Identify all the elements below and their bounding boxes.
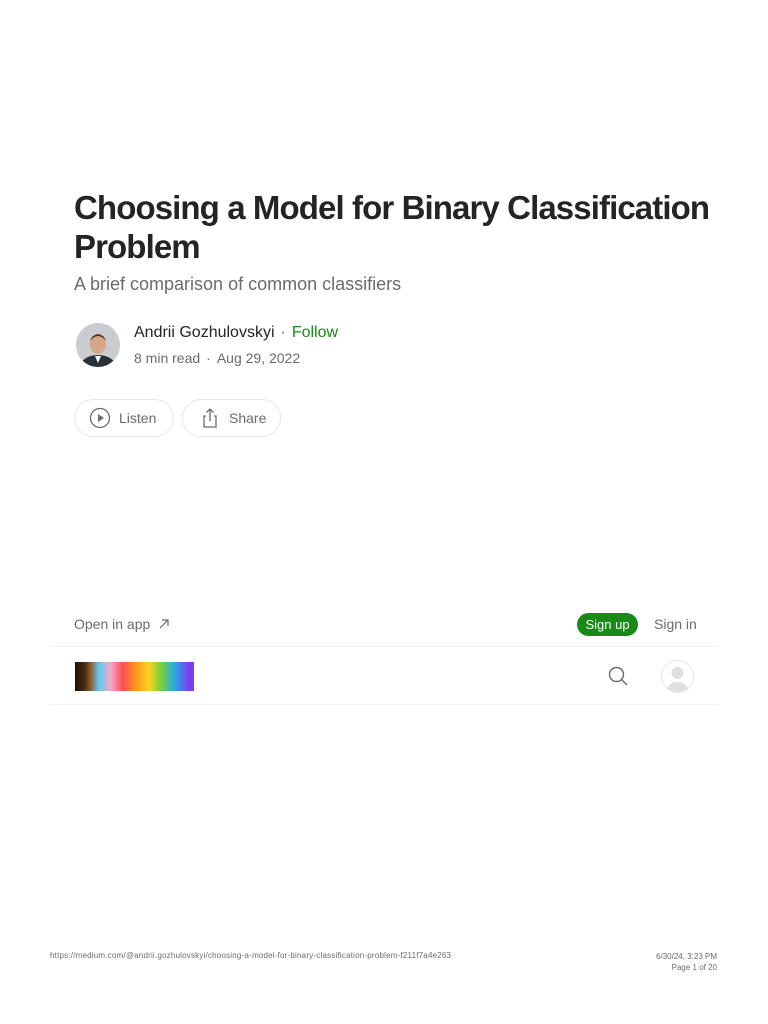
play-circle-icon (89, 407, 111, 429)
header-divider-bottom (50, 704, 718, 705)
share-button[interactable]: Share (182, 399, 281, 437)
publish-date: Aug 29, 2022 (216, 350, 301, 366)
footer-page-number: Page 1 of 20 (671, 963, 717, 972)
share-label: Share (229, 410, 267, 426)
header-divider-top (50, 646, 718, 647)
article-subtitle: A brief comparison of common classifiers (74, 274, 402, 294)
footer-info: 6/30/24, 3:23 PM Page 1 of 20 (656, 951, 717, 973)
separator-dot: · (206, 350, 211, 366)
open-in-app-label: Open in app (74, 616, 151, 632)
read-time: 8 min read (134, 350, 201, 366)
author-row: Andrii Gozhulovskyi · Follow (134, 323, 338, 343)
share-icon (199, 407, 221, 429)
author-name[interactable]: Andrii Gozhulovskyi (134, 324, 275, 341)
site-logo[interactable] (75, 662, 194, 691)
arrow-up-right-icon (158, 618, 170, 630)
article-meta: 8 min read · Aug 29, 2022 (134, 349, 300, 367)
open-in-app-link[interactable]: Open in app (74, 616, 170, 632)
follow-button[interactable]: Follow (292, 324, 338, 341)
footer-url: https://medium.com/@andrii.gozhulovskyi/… (50, 951, 452, 960)
listen-label: Listen (119, 410, 157, 426)
separator-dot: · (280, 324, 286, 341)
listen-button[interactable]: Listen (74, 399, 174, 437)
article-title: Choosing a Model for Binary Classificati… (74, 189, 710, 265)
footer-timestamp: 6/30/24, 3:23 PM (656, 952, 717, 961)
sign-in-link[interactable]: Sign in (654, 616, 697, 632)
author-avatar[interactable] (76, 323, 120, 367)
user-avatar-icon[interactable] (661, 660, 694, 693)
author-photo (76, 323, 120, 367)
search-icon[interactable] (607, 665, 629, 687)
sign-up-button[interactable]: Sign up (577, 613, 638, 636)
